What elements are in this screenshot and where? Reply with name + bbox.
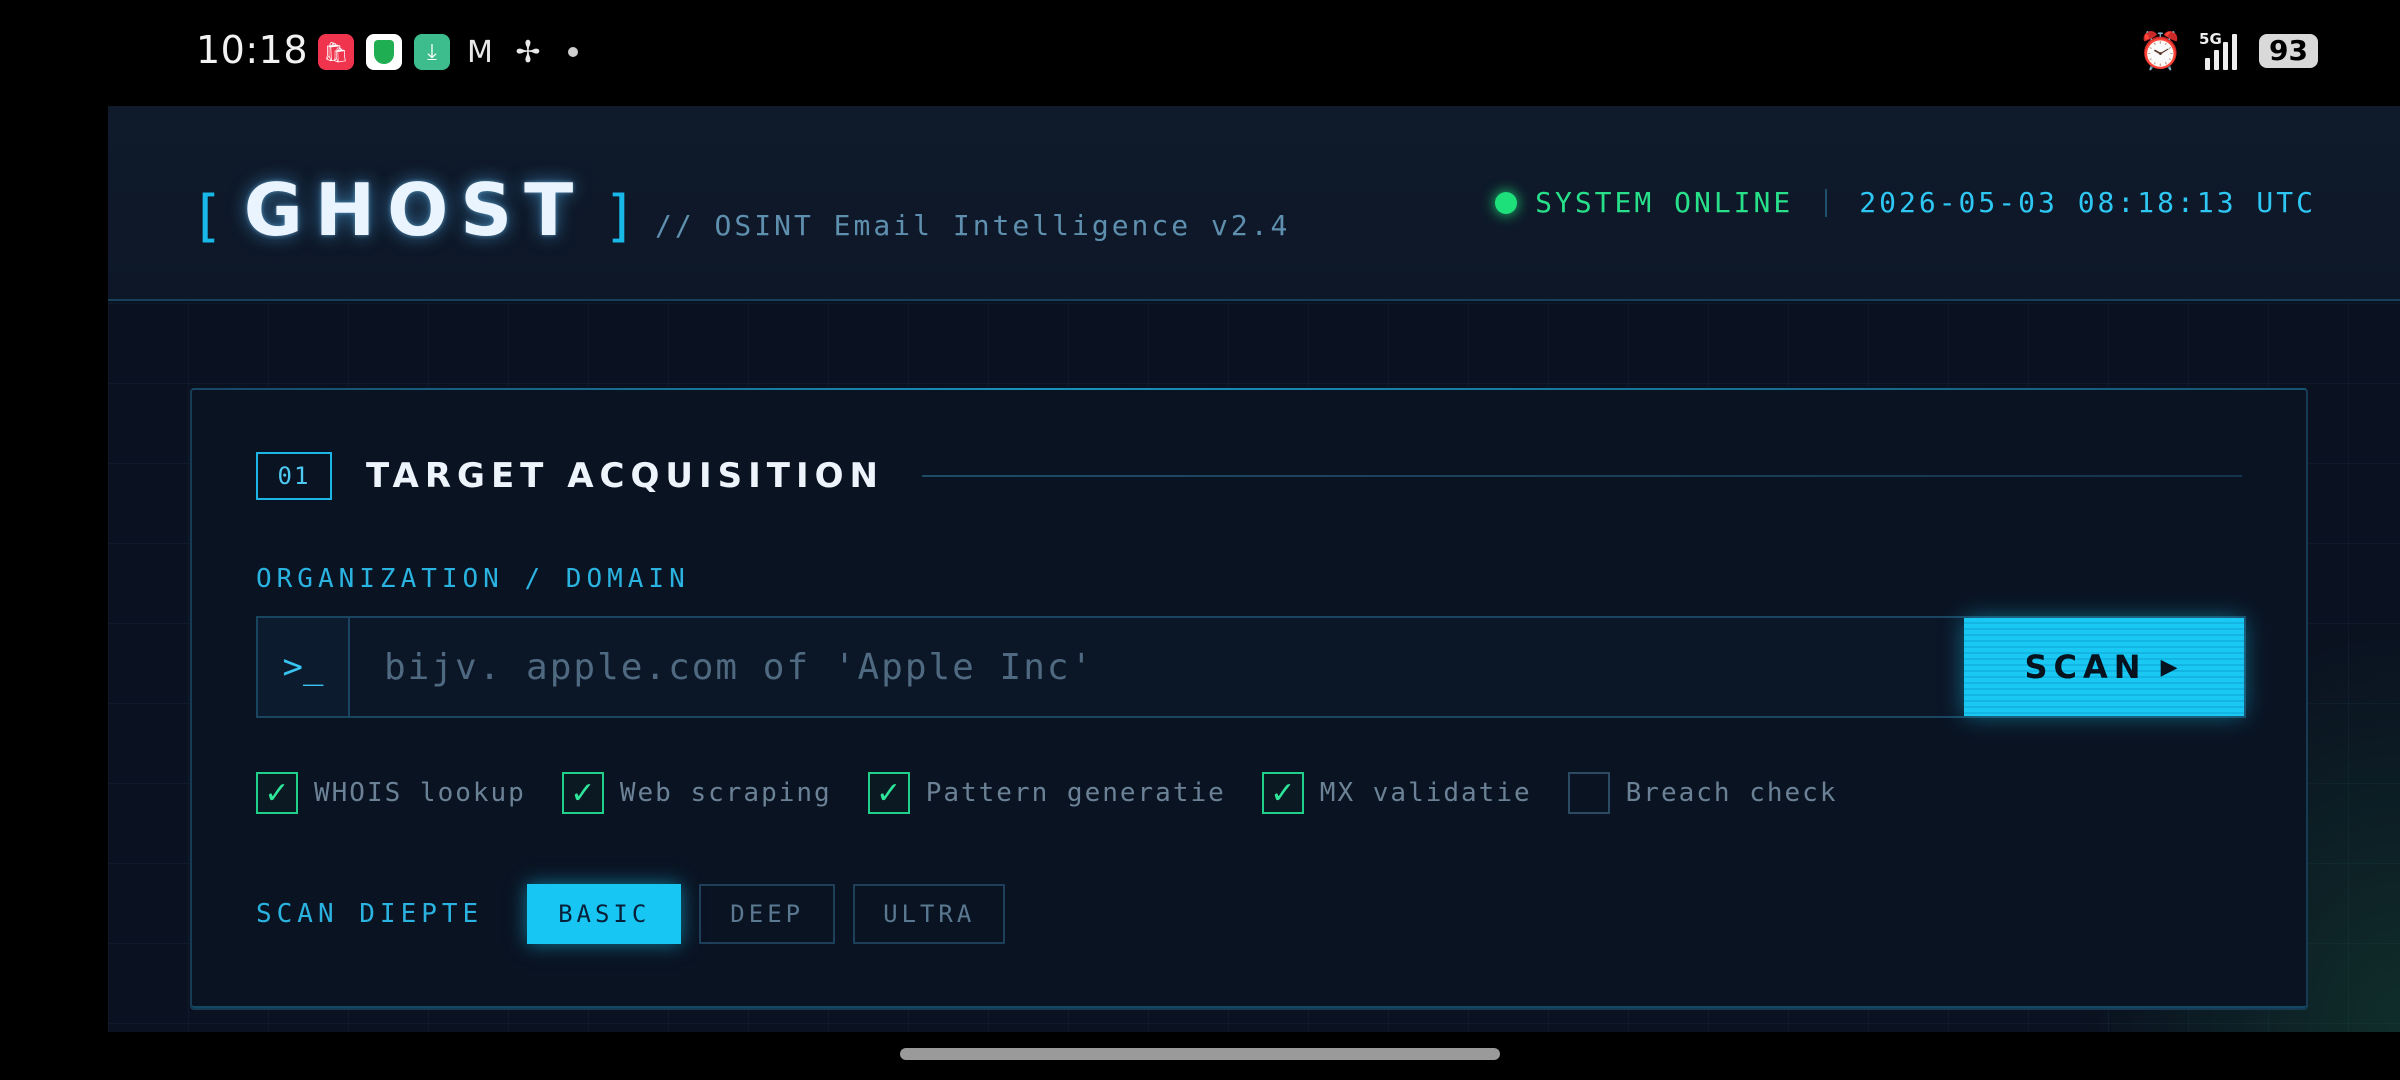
gmail-icon: M xyxy=(467,34,493,70)
scan-button[interactable]: SCAN ▶ xyxy=(1964,618,2244,716)
section-header: 01 TARGET ACQUISITION xyxy=(256,452,2242,500)
target-acquisition-panel: 01 TARGET ACQUISITION ORGANIZATION / DOM… xyxy=(190,388,2308,1010)
option-whois[interactable]: ✓ WHOIS lookup xyxy=(256,772,526,814)
checkbox-unchecked-icon[interactable] xyxy=(1567,772,1610,814)
depth-basic-button[interactable]: BASIC xyxy=(527,884,682,944)
app-logo: GHOST xyxy=(243,168,586,252)
scan-options: ✓ WHOIS lookup ✓ Web scraping ✓ Pattern … xyxy=(256,772,1873,814)
domain-input-group: >_ SCAN ▶ xyxy=(256,616,2246,718)
checkbox-checked-icon[interactable]: ✓ xyxy=(1261,772,1304,814)
domain-field-label: ORGANIZATION / DOMAIN xyxy=(256,564,690,594)
scan-depth-selector: SCAN DIEPTE BASIC DEEP ULTRA xyxy=(256,884,1023,944)
notification-icons: 🛍 ⤓ M ✢ xyxy=(318,34,578,70)
shield-icon xyxy=(366,34,402,70)
fan-icon: ✢ xyxy=(515,34,541,70)
play-icon: ▶ xyxy=(2160,654,2184,680)
app-header: [ GHOST ] // OSINT Email Intelligence v2… xyxy=(108,106,2400,301)
depth-deep-button[interactable]: DEEP xyxy=(699,884,836,944)
status-divider xyxy=(1825,188,1828,217)
home-gesture-handle[interactable] xyxy=(900,1048,1500,1060)
status-time: 10:18 xyxy=(196,28,309,72)
section-title: TARGET ACQUISITION xyxy=(366,456,884,496)
option-breach-check[interactable]: Breach check xyxy=(1567,772,1838,814)
more-notifications-dot xyxy=(568,47,578,57)
app-subtitle: // OSINT Email Intelligence v2.4 xyxy=(654,209,1291,242)
system-status: SYSTEM ONLINE 2026-05-03 08:18:13 UTC xyxy=(1495,186,2316,219)
option-label: Web scraping xyxy=(619,778,832,808)
download-icon: ⤓ xyxy=(414,34,450,70)
status-text: SYSTEM ONLINE xyxy=(1535,186,1794,219)
utc-timestamp: 2026-05-03 08:18:13 UTC xyxy=(1859,186,2316,219)
scan-depth-label: SCAN DIEPTE xyxy=(256,899,484,929)
option-web-scraping[interactable]: ✓ Web scraping xyxy=(561,772,832,814)
option-label: WHOIS lookup xyxy=(314,778,526,808)
terminal-prompt-icon: >_ xyxy=(258,618,350,716)
option-label: Pattern generatie xyxy=(925,778,1226,808)
shopping-bag-icon: 🛍 xyxy=(318,34,354,70)
system-icons: ⏰ 5G 93 xyxy=(2138,30,2318,72)
navigation-bar xyxy=(0,1032,2400,1080)
depth-ultra-button[interactable]: ULTRA xyxy=(853,884,1006,944)
domain-input[interactable] xyxy=(350,618,1964,716)
checkbox-checked-icon[interactable]: ✓ xyxy=(256,772,298,814)
status-bar: 10:18 🛍 ⤓ M ✢ ⏰ 5G 93 xyxy=(0,0,2400,106)
option-pattern-generatie[interactable]: ✓ Pattern generatie xyxy=(867,772,1226,814)
signal-icon: 5G xyxy=(2199,30,2238,70)
checkbox-checked-icon[interactable]: ✓ xyxy=(561,772,604,814)
section-divider xyxy=(921,475,2242,477)
online-indicator-icon xyxy=(1495,191,1518,214)
ghost-app: [ GHOST ] // OSINT Email Intelligence v2… xyxy=(108,106,2400,1032)
option-mx-validatie[interactable]: ✓ MX validatie xyxy=(1261,772,1532,814)
battery-indicator: 93 xyxy=(2259,34,2318,68)
section-number: 01 xyxy=(256,452,332,500)
scan-button-label: SCAN xyxy=(2024,648,2147,686)
network-type: 5G xyxy=(2199,30,2222,48)
option-label: Breach check xyxy=(1625,778,1838,808)
logo-bracket-close: ] xyxy=(603,184,637,249)
brand: [ GHOST ] // OSINT Email Intelligence v2… xyxy=(190,168,1290,252)
option-label: MX validatie xyxy=(1319,778,1532,808)
alarm-icon: ⏰ xyxy=(2138,31,2184,72)
logo-bracket-open: [ xyxy=(190,184,224,249)
checkbox-checked-icon[interactable]: ✓ xyxy=(867,772,910,814)
